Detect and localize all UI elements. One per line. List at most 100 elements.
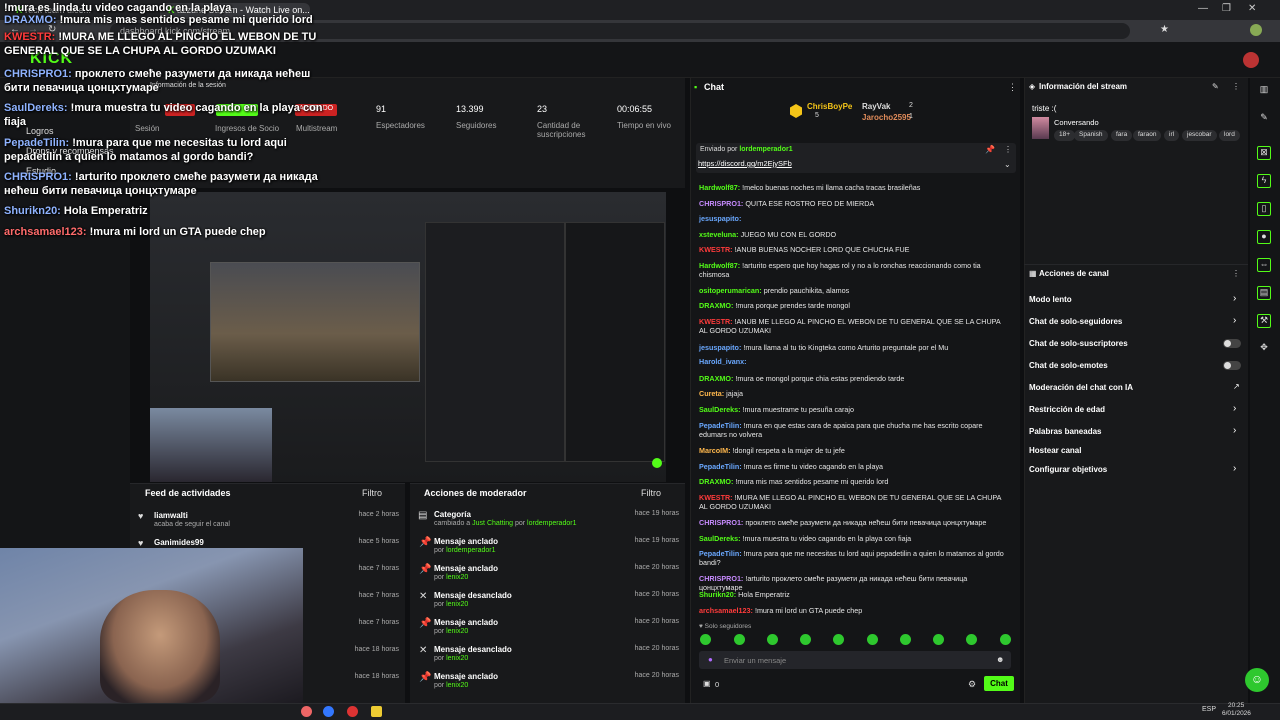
- chat-username[interactable]: KWESTR:: [699, 245, 733, 254]
- chat-message[interactable]: KWESTR: !ANUB ME LLEGO AL PINCHO EL WEBO…: [699, 317, 1009, 335]
- chat-message[interactable]: KWESTR: !MURA ME LLEGO AL PINCHO EL WEBO…: [699, 493, 1009, 511]
- send-chat-button[interactable]: Chat: [984, 676, 1014, 691]
- wrench-icon[interactable]: ⚒: [1257, 314, 1271, 328]
- mod-filter-button[interactable]: Filtro: [641, 488, 661, 498]
- chat-message[interactable]: DRAXMO: !mura porque prendes tarde mongo…: [699, 301, 1009, 310]
- emote-icon[interactable]: [1000, 634, 1011, 645]
- chat-message[interactable]: archsamael123: !mura mi lord un GTA pued…: [699, 606, 1009, 615]
- grid-icon[interactable]: ▥: [1257, 84, 1271, 98]
- chat-username[interactable]: Hardwolf87:: [699, 183, 740, 192]
- chat-username[interactable]: Harold_ivanx:: [699, 357, 747, 366]
- chat-username[interactable]: ositoperumarican:: [699, 286, 762, 295]
- action-slow-mode[interactable]: Modo lento: [1029, 295, 1072, 304]
- chat-message[interactable]: Hardwolf87: !arturito espero que hoy hag…: [699, 261, 1009, 279]
- mod-sub-user[interactable]: lordemperador1: [446, 547, 495, 554]
- external-link-icon[interactable]: ↗: [1233, 382, 1240, 391]
- chevron-right-icon[interactable]: ›: [1233, 463, 1236, 474]
- emote-icon[interactable]: [900, 634, 911, 645]
- user-avatar[interactable]: [1243, 52, 1259, 68]
- emote-icon[interactable]: [700, 634, 711, 645]
- chat-username[interactable]: DRAXMO:: [699, 477, 733, 486]
- mod-sub-user[interactable]: lenix20: [446, 601, 468, 608]
- chat-username[interactable]: xsteveluna:: [699, 230, 739, 239]
- emote-icon[interactable]: [734, 634, 745, 645]
- bookmark-star-icon[interactable]: ★: [1160, 24, 1169, 35]
- nav-item-logros[interactable]: Logros: [26, 126, 54, 136]
- emote-icon[interactable]: [867, 634, 878, 645]
- layout-icon[interactable]: ▤: [1257, 286, 1271, 300]
- action-configure-goals[interactable]: Configurar objetivos: [1029, 465, 1107, 474]
- chevron-right-icon[interactable]: ›: [1233, 293, 1236, 304]
- chat-message[interactable]: DRAXMO: !mura mis mas sentidos pesame mi…: [699, 477, 1009, 486]
- chat-username[interactable]: archsamael123:: [699, 606, 753, 615]
- action-host-channel[interactable]: Hostear canal: [1029, 446, 1081, 455]
- taskbar-lang[interactable]: ESP: [1202, 706, 1216, 713]
- action-ai-moderation[interactable]: Moderación del chat con IA: [1029, 383, 1133, 392]
- chat-message[interactable]: CHRISPRO1: проклето смеће разумети да ни…: [699, 518, 1009, 527]
- assistant-bubble-icon[interactable]: ☺: [1245, 668, 1269, 692]
- emoji-icon[interactable]: ☻: [996, 655, 1004, 664]
- emote-picker-icon[interactable]: ●: [708, 655, 713, 664]
- chat-message[interactable]: PepadeTilin: !mura es firme tu video cag…: [699, 462, 1009, 471]
- chat-username[interactable]: CHRISPRO1:: [699, 574, 743, 583]
- mod-sub-user[interactable]: lordemperador1: [527, 520, 576, 527]
- chat-username[interactable]: jesuspapito:: [699, 343, 741, 352]
- chat-message[interactable]: Hardwolf87: !mełco buenas noches mi llam…: [699, 183, 1009, 192]
- profile-avatar[interactable]: [1250, 24, 1262, 36]
- emote-icon[interactable]: [933, 634, 944, 645]
- action-banned-words[interactable]: Palabras baneadas: [1029, 427, 1101, 436]
- emote-icon[interactable]: [833, 634, 844, 645]
- minimize-icon[interactable]: —: [1198, 3, 1208, 14]
- close-icon[interactable]: ✕: [1248, 3, 1256, 14]
- top-user-name[interactable]: ChrisBoyPe: [807, 102, 852, 111]
- scan-icon[interactable]: ⊠: [1257, 146, 1271, 160]
- chat-message[interactable]: jesuspapito:: [699, 214, 1009, 223]
- mod-sub-user[interactable]: lenix20: [446, 655, 468, 662]
- action-followers-only[interactable]: Chat de solo-seguidores: [1029, 317, 1122, 326]
- emote-icon[interactable]: [767, 634, 778, 645]
- lightning-icon[interactable]: ϟ: [1257, 174, 1271, 188]
- taskbar-app-icon[interactable]: [371, 706, 382, 717]
- chat-username[interactable]: Shurikn20:: [699, 590, 736, 599]
- taskbar-app-icon[interactable]: [347, 706, 358, 717]
- chat-message[interactable]: Harold_ivanx:: [699, 357, 1009, 366]
- chat-username[interactable]: CHRISPRO1:: [699, 518, 743, 527]
- expand-icon[interactable]: ⇔: [1257, 258, 1271, 272]
- chat-message[interactable]: DRAXMO: !mura oe mongol porque chia esta…: [699, 374, 1009, 383]
- chevron-down-icon[interactable]: ⌄: [1004, 160, 1011, 169]
- chat-username[interactable]: KWESTR:: [699, 317, 733, 326]
- chat-message[interactable]: PepadeTilin: !mura en que estas cara de …: [699, 421, 1009, 439]
- mod-sub-user[interactable]: lenix20: [446, 574, 468, 581]
- chat-username[interactable]: PepadeTilin:: [699, 549, 742, 558]
- chat-username[interactable]: DRAXMO:: [699, 374, 733, 383]
- chat-message[interactable]: Shurikn20: Hola Emperatriz: [699, 590, 1009, 599]
- pencil-icon[interactable]: ✎: [1257, 112, 1271, 126]
- document-icon[interactable]: ▯: [1257, 202, 1271, 216]
- chevron-right-icon[interactable]: ›: [1233, 315, 1236, 326]
- chat-message[interactable]: CHRISPRO1: QUITA ESE ROSTRO FEO DE MIERD…: [699, 199, 1009, 208]
- top-user-name[interactable]: Jarocho2595: [862, 113, 911, 122]
- chevron-right-icon[interactable]: ›: [1233, 425, 1236, 436]
- chat-message[interactable]: SaulDereks: !mura muestrame tu pesuña ca…: [699, 405, 1009, 414]
- chat-username[interactable]: KWESTR:: [699, 493, 733, 502]
- chat-username[interactable]: DRAXMO:: [699, 301, 733, 310]
- chat-username[interactable]: CHRISPRO1:: [699, 199, 743, 208]
- chat-message[interactable]: MarcoIM: !dongil respeta a la mujer de t…: [699, 446, 1009, 455]
- restore-icon[interactable]: ❐: [1222, 3, 1231, 14]
- stream-info-menu-icon[interactable]: ⋮: [1232, 82, 1240, 91]
- chat-username[interactable]: MarcoIM:: [699, 446, 731, 455]
- category-name[interactable]: Conversando: [1054, 118, 1099, 127]
- top-user-name[interactable]: RayVak: [862, 102, 890, 111]
- feed-user[interactable]: Ganimides99: [154, 538, 204, 547]
- activity-filter-button[interactable]: Filtro: [362, 488, 382, 498]
- chat-menu-icon[interactable]: ⋮: [1008, 82, 1017, 93]
- chat-message[interactable]: jesuspapito: !mura llama al tu tio Kingt…: [699, 343, 1009, 352]
- pinned-user[interactable]: lordemperador1: [739, 146, 792, 153]
- feed-user[interactable]: liamwalti: [154, 511, 188, 520]
- emotes-only-toggle[interactable]: [1223, 361, 1241, 370]
- mod-sub-user[interactable]: lenix20: [446, 682, 468, 689]
- puzzle-icon[interactable]: ✥: [1257, 342, 1271, 356]
- chat-settings-gear-icon[interactable]: ⚙: [968, 679, 976, 690]
- chat-username[interactable]: jesuspapito:: [699, 214, 741, 223]
- chevron-right-icon[interactable]: ›: [1233, 403, 1236, 414]
